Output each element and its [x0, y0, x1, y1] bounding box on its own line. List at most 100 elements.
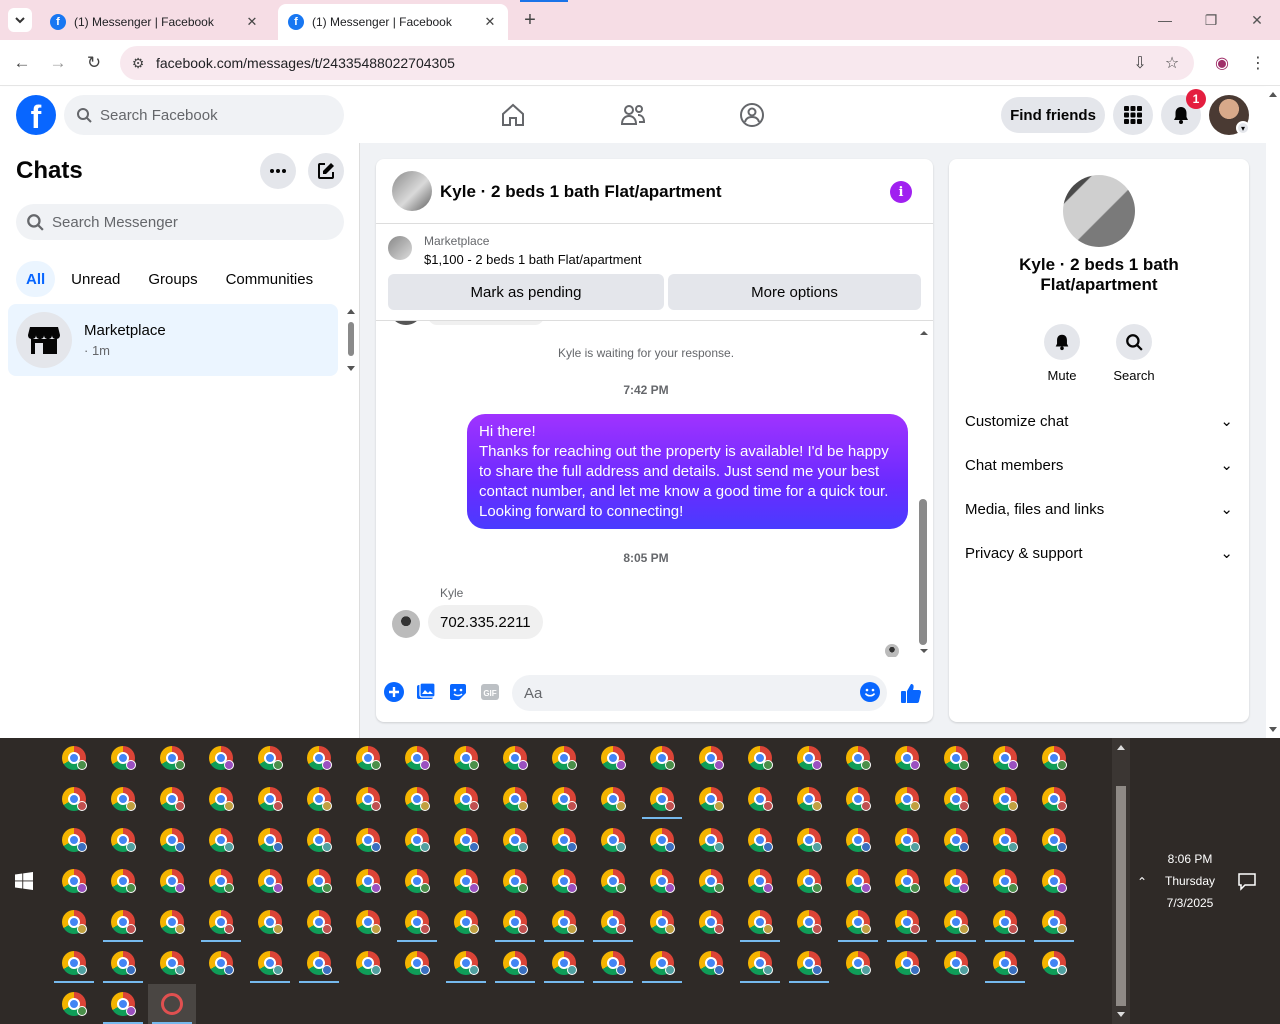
- chrome-window-taskbar-button[interactable]: [638, 779, 686, 819]
- friends-nav-button[interactable]: [617, 99, 649, 131]
- chrome-window-taskbar-button[interactable]: [540, 943, 588, 983]
- chrome-window-taskbar-button[interactable]: [883, 779, 931, 819]
- search-action[interactable]: Search: [1104, 324, 1164, 383]
- chrome-window-taskbar-button[interactable]: [491, 861, 539, 901]
- chrome-window-taskbar-button[interactable]: [932, 738, 980, 778]
- chrome-window-taskbar-button[interactable]: [736, 861, 784, 901]
- chrome-window-taskbar-button[interactable]: [834, 861, 882, 901]
- menu-button[interactable]: [1113, 95, 1153, 135]
- chrome-window-taskbar-button[interactable]: [197, 820, 245, 860]
- privacy-support-section[interactable]: Privacy & support ⌄: [965, 539, 1233, 567]
- chrome-window-taskbar-button[interactable]: [50, 820, 98, 860]
- message-input[interactable]: Aa: [512, 675, 887, 711]
- browser-tab-1[interactable]: f (1) Messenger | Facebook ✕: [40, 4, 270, 40]
- chrome-window-taskbar-button[interactable]: [393, 902, 441, 942]
- chrome-window-taskbar-button[interactable]: [785, 902, 833, 942]
- chrome-window-taskbar-button[interactable]: [1030, 861, 1078, 901]
- system-clock[interactable]: 8:06 PM Thursday 7/3/2025: [1150, 848, 1230, 914]
- chrome-window-taskbar-button[interactable]: [295, 820, 343, 860]
- chrome-window-taskbar-button[interactable]: [638, 943, 686, 983]
- new-tab-button[interactable]: +: [518, 8, 542, 32]
- sticker-button[interactable]: [448, 682, 468, 702]
- chrome-window-taskbar-button[interactable]: [393, 861, 441, 901]
- chrome-window-taskbar-button[interactable]: [393, 820, 441, 860]
- reload-button[interactable]: ↻: [81, 50, 107, 76]
- media-files-links-section[interactable]: Media, files and links ⌄: [965, 495, 1233, 523]
- chrome-window-taskbar-button[interactable]: [442, 820, 490, 860]
- chrome-window-taskbar-button[interactable]: [442, 902, 490, 942]
- chrome-window-taskbar-button[interactable]: [981, 943, 1029, 983]
- chrome-window-taskbar-button[interactable]: [638, 861, 686, 901]
- chrome-window-taskbar-button[interactable]: [834, 902, 882, 942]
- chrome-window-taskbar-button[interactable]: [197, 779, 245, 819]
- sender-avatar[interactable]: [392, 610, 420, 638]
- chrome-window-taskbar-button[interactable]: [981, 820, 1029, 860]
- filter-all[interactable]: All: [16, 261, 56, 297]
- chrome-window-taskbar-button[interactable]: [834, 820, 882, 860]
- chrome-window-taskbar-button[interactable]: [197, 902, 245, 942]
- chrome-window-taskbar-button[interactable]: [148, 738, 196, 778]
- chrome-window-taskbar-button[interactable]: [540, 820, 588, 860]
- mark-as-pending-button[interactable]: Mark as pending: [388, 274, 664, 310]
- chrome-window-taskbar-button[interactable]: [99, 861, 147, 901]
- like-button[interactable]: [900, 682, 922, 704]
- mute-button[interactable]: [1044, 324, 1080, 360]
- chat-options-button[interactable]: [260, 153, 296, 189]
- close-tab-icon[interactable]: ✕: [244, 14, 260, 30]
- chrome-window-taskbar-button[interactable]: [589, 943, 637, 983]
- filter-groups[interactable]: Groups: [136, 261, 209, 297]
- chrome-window-taskbar-button[interactable]: [687, 779, 735, 819]
- chrome-window-taskbar-button[interactable]: [981, 779, 1029, 819]
- chrome-window-taskbar-button[interactable]: [197, 861, 245, 901]
- chrome-window-taskbar-button[interactable]: [932, 902, 980, 942]
- gif-button[interactable]: GIF: [480, 682, 500, 702]
- chrome-window-taskbar-button[interactable]: [246, 738, 294, 778]
- chrome-window-taskbar-button[interactable]: [589, 779, 637, 819]
- show-hidden-icons-button[interactable]: ⌃: [1132, 872, 1152, 892]
- chrome-window-taskbar-button[interactable]: [295, 738, 343, 778]
- chrome-window-taskbar-button[interactable]: [540, 861, 588, 901]
- site-info-icon[interactable]: ⚙: [120, 55, 156, 72]
- chrome-window-taskbar-button[interactable]: [540, 779, 588, 819]
- chrome-window-taskbar-button[interactable]: [246, 902, 294, 942]
- chrome-window-taskbar-button[interactable]: [99, 820, 147, 860]
- find-friends-button[interactable]: Find friends: [1001, 97, 1105, 133]
- chrome-window-taskbar-button[interactable]: [246, 820, 294, 860]
- chrome-window-taskbar-button[interactable]: [50, 861, 98, 901]
- start-button[interactable]: [0, 738, 48, 1024]
- chrome-window-taskbar-button[interactable]: [638, 902, 686, 942]
- account-caret-icon[interactable]: ▾: [1236, 121, 1250, 135]
- attach-photo-button[interactable]: [416, 682, 436, 702]
- chrome-window-taskbar-button[interactable]: [50, 779, 98, 819]
- chrome-window-taskbar-button[interactable]: [197, 943, 245, 983]
- page-scrollbar[interactable]: [1266, 87, 1280, 738]
- chrome-window-taskbar-button[interactable]: [246, 861, 294, 901]
- chrome-window-taskbar-button[interactable]: [981, 738, 1029, 778]
- chrome-window-taskbar-button[interactable]: [1030, 902, 1078, 942]
- chrome-window-taskbar-button[interactable]: [1030, 943, 1078, 983]
- chrome-window-taskbar-button[interactable]: [246, 943, 294, 983]
- chrome-window-taskbar-button[interactable]: [736, 943, 784, 983]
- chrome-window-taskbar-button[interactable]: [491, 738, 539, 778]
- chrome-window-taskbar-button[interactable]: [638, 738, 686, 778]
- chrome-window-taskbar-button[interactable]: [50, 738, 98, 778]
- chrome-window-taskbar-button[interactable]: [736, 738, 784, 778]
- chrome-window-taskbar-button[interactable]: [393, 779, 441, 819]
- chrome-window-taskbar-button[interactable]: [491, 943, 539, 983]
- chrome-window-taskbar-button[interactable]: [736, 820, 784, 860]
- back-button[interactable]: ←: [9, 50, 35, 76]
- messenger-search-input[interactable]: Search Messenger: [16, 204, 344, 240]
- chrome-window-taskbar-button[interactable]: [687, 820, 735, 860]
- chrome-window-taskbar-button[interactable]: [50, 984, 98, 1024]
- home-nav-button[interactable]: [497, 99, 529, 131]
- chat-members-section[interactable]: Chat members ⌄: [965, 451, 1233, 479]
- chrome-window-taskbar-button[interactable]: [540, 902, 588, 942]
- chrome-window-taskbar-button[interactable]: [932, 943, 980, 983]
- more-options-button[interactable]: More options: [668, 274, 921, 310]
- chrome-window-taskbar-button[interactable]: [589, 820, 637, 860]
- conversation-title[interactable]: Kyle · 2 beds 1 bath Flat/apartment: [440, 182, 722, 202]
- forward-button[interactable]: →: [45, 50, 71, 76]
- chrome-window-taskbar-button[interactable]: [442, 779, 490, 819]
- chrome-window-taskbar-button[interactable]: [589, 738, 637, 778]
- listing-avatar-large[interactable]: [1063, 175, 1135, 247]
